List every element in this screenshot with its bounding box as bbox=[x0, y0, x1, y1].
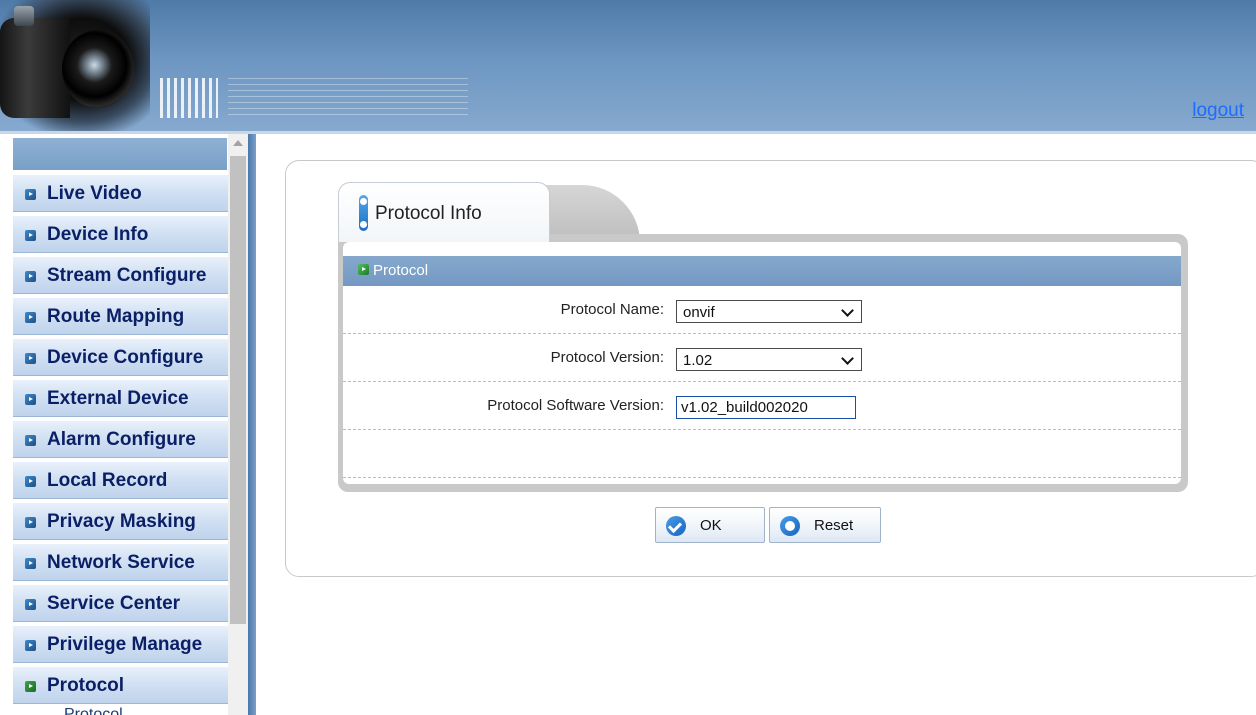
camera-knob bbox=[14, 6, 34, 26]
sidebar-item-route-mapping[interactable]: Route Mapping bbox=[13, 297, 228, 335]
sidebar-item-label: Local Record bbox=[47, 470, 168, 491]
bullet-icon bbox=[25, 517, 36, 528]
sidebar-item-stream-configure[interactable]: Stream Configure bbox=[13, 256, 228, 294]
reset-button-label: Reset bbox=[814, 517, 854, 534]
tab-icon bbox=[359, 195, 368, 231]
protocol-name-value: onvif bbox=[683, 304, 715, 321]
section-arrow-icon bbox=[358, 264, 369, 275]
bullet-icon bbox=[25, 558, 36, 569]
barcode-decoration bbox=[160, 78, 218, 118]
sidebar-item-local-record[interactable]: Local Record bbox=[13, 461, 228, 499]
camera-body bbox=[0, 18, 70, 118]
camera-logo-image bbox=[0, 0, 150, 131]
tab-protocol-info[interactable]: Protocol Info bbox=[338, 182, 550, 242]
sidebar-item-label: Live Video bbox=[47, 183, 142, 204]
empty-row bbox=[343, 430, 1181, 478]
camera-lens bbox=[62, 30, 134, 108]
sidebar-item-label: Alarm Configure bbox=[47, 429, 196, 450]
form-body: Protocol Protocol Name: onvif Protocol V… bbox=[343, 242, 1181, 484]
form-frame: Protocol Protocol Name: onvif Protocol V… bbox=[338, 234, 1188, 492]
sidebar-item-label: Privilege Manage bbox=[47, 634, 203, 655]
ok-button-label: OK bbox=[700, 517, 722, 534]
bullet-icon bbox=[25, 435, 36, 446]
sidebar-item-privacy-masking[interactable]: Privacy Masking bbox=[13, 502, 228, 540]
sidebar-item-label: Stream Configure bbox=[47, 265, 207, 286]
bullet-icon bbox=[25, 476, 36, 487]
scroll-up-arrow-icon[interactable] bbox=[233, 140, 243, 146]
bullet-icon bbox=[25, 189, 36, 200]
header-banner: logout bbox=[0, 0, 1256, 131]
sidebar-item-label: Privacy Masking bbox=[47, 511, 196, 532]
sidebar-item-protocol[interactable]: Protocol bbox=[13, 666, 228, 704]
sidebar-item-external-device[interactable]: External Device bbox=[13, 379, 228, 417]
sidebar-item-label: Device Configure bbox=[47, 347, 204, 368]
reset-circle-icon bbox=[780, 516, 800, 536]
text-decoration bbox=[228, 78, 468, 120]
sidebar-item-alarm-configure[interactable]: Alarm Configure bbox=[13, 420, 228, 458]
bullet-icon bbox=[25, 681, 36, 692]
tab-title: Protocol Info bbox=[375, 203, 482, 224]
software-version-label: Protocol Software Version: bbox=[487, 397, 664, 414]
chevron-down-icon bbox=[841, 352, 854, 365]
protocol-name-select[interactable]: onvif bbox=[676, 300, 862, 323]
sidebar-item-label: Device Info bbox=[47, 224, 149, 245]
protocol-name-row: Protocol Name: onvif bbox=[343, 286, 1181, 334]
checkmark-icon bbox=[666, 516, 686, 536]
sidebar-item-label: Service Center bbox=[47, 593, 181, 614]
sidebar-item-service-center[interactable]: Service Center bbox=[13, 584, 228, 622]
bullet-icon bbox=[25, 271, 36, 282]
section-title: Protocol bbox=[373, 262, 429, 279]
logout-link[interactable]: logout bbox=[1192, 100, 1244, 122]
protocol-version-select[interactable]: 1.02 bbox=[676, 348, 862, 371]
sidebar-item-live-video[interactable]: Live Video bbox=[13, 174, 228, 212]
sidebar: Live Video Device Info Stream Configure … bbox=[0, 134, 256, 715]
sidebar-top-band bbox=[13, 138, 227, 170]
protocol-version-value: 1.02 bbox=[683, 352, 713, 369]
sidebar-item-label: Protocol bbox=[47, 675, 125, 696]
sidebar-item-label: External Device bbox=[47, 388, 189, 409]
sidebar-left-edge bbox=[0, 134, 13, 715]
protocol-name-label: Protocol Name: bbox=[560, 301, 664, 318]
sidebar-right-edge bbox=[248, 134, 256, 715]
sidebar-subitem-protocol[interactable]: Protocol bbox=[64, 706, 123, 715]
bullet-icon bbox=[25, 599, 36, 610]
software-version-row: Protocol Software Version: bbox=[343, 382, 1181, 430]
sidebar-item-network-service[interactable]: Network Service bbox=[13, 543, 228, 581]
ok-button[interactable]: OK bbox=[655, 507, 765, 543]
protocol-version-row: Protocol Version: 1.02 bbox=[343, 334, 1181, 382]
sidebar-scrollbar[interactable] bbox=[228, 134, 248, 715]
chevron-down-icon bbox=[841, 304, 854, 317]
bullet-icon bbox=[25, 230, 36, 241]
sidebar-item-device-configure[interactable]: Device Configure bbox=[13, 338, 228, 376]
sidebar-item-device-info[interactable]: Device Info bbox=[13, 215, 228, 253]
bullet-icon bbox=[25, 640, 36, 651]
bullet-icon bbox=[25, 353, 36, 364]
bullet-icon bbox=[25, 312, 36, 323]
sidebar-nav: Live Video Device Info Stream Configure … bbox=[13, 174, 228, 707]
bullet-icon bbox=[25, 394, 36, 405]
protocol-version-label: Protocol Version: bbox=[550, 349, 664, 366]
scrollbar-thumb[interactable] bbox=[230, 156, 246, 624]
reset-button[interactable]: Reset bbox=[769, 507, 881, 543]
sidebar-item-label: Network Service bbox=[47, 552, 195, 573]
software-version-input[interactable] bbox=[676, 396, 856, 419]
section-header: Protocol bbox=[343, 256, 1181, 286]
sidebar-item-privilege-manage[interactable]: Privilege Manage bbox=[13, 625, 228, 663]
sidebar-item-label: Route Mapping bbox=[47, 306, 185, 327]
